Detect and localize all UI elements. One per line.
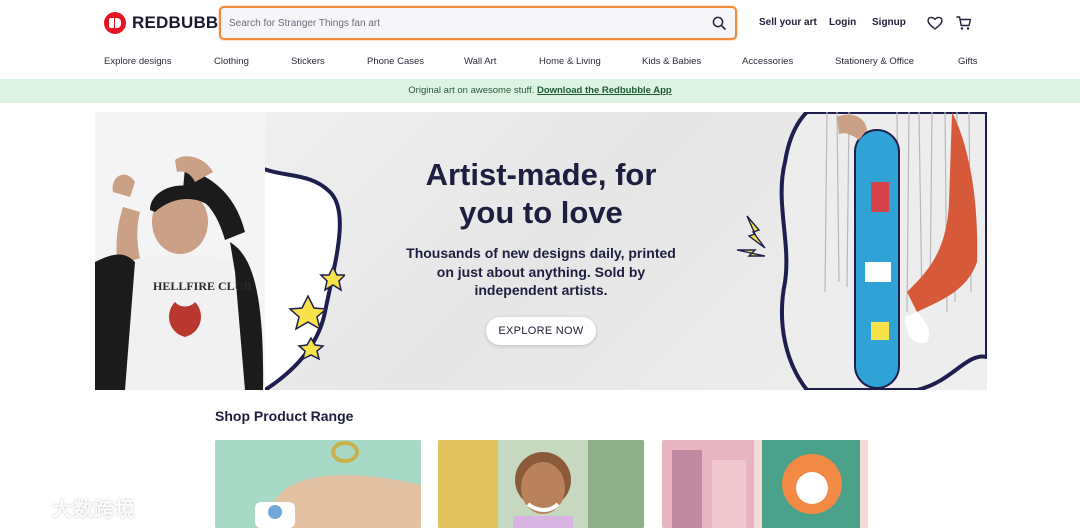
site-header: REDBUBBLE Sell your art Login Signup bbox=[0, 0, 1080, 48]
promo-text: Original art on awesome stuff. bbox=[408, 85, 535, 96]
hero-title: Artist-made, for you to love bbox=[425, 157, 657, 230]
section-title: Shop Product Range bbox=[215, 408, 354, 424]
product-card-stickers[interactable] bbox=[215, 440, 421, 528]
hero-skateboard-image bbox=[779, 112, 987, 390]
explore-now-button[interactable]: EXPLORE NOW bbox=[486, 317, 596, 345]
hero-banner: HELLFIRE CLUB Artist-made, for you to lo… bbox=[95, 112, 987, 390]
nav-phone-cases[interactable]: Phone Cases bbox=[367, 56, 424, 67]
nav-wall-art[interactable]: Wall Art bbox=[464, 56, 496, 67]
sell-your-art-link[interactable]: Sell your art bbox=[759, 17, 817, 28]
signup-link[interactable]: Signup bbox=[872, 17, 906, 28]
nav-accessories[interactable]: Accessories bbox=[742, 56, 793, 67]
login-link[interactable]: Login bbox=[829, 17, 856, 28]
home-product-image bbox=[438, 440, 644, 528]
watermark-logo-icon bbox=[10, 499, 46, 519]
nav-explore-designs[interactable]: Explore designs bbox=[104, 56, 172, 67]
search-bar bbox=[219, 6, 737, 40]
hero-subtitle: Thousands of new designs daily, printed … bbox=[406, 245, 676, 298]
product-card-home[interactable] bbox=[438, 440, 644, 528]
heart-icon[interactable] bbox=[926, 14, 944, 32]
promo-banner: Original art on awesome stuff. Download … bbox=[0, 79, 1080, 103]
hero-model-image: HELLFIRE CLUB bbox=[95, 112, 345, 390]
nav-clothing[interactable]: Clothing bbox=[214, 56, 249, 67]
nav-kids-babies[interactable]: Kids & Babies bbox=[642, 56, 701, 67]
nav-gifts[interactable]: Gifts bbox=[958, 56, 978, 67]
lightning-decoration bbox=[736, 215, 766, 257]
stickers-product-image bbox=[215, 440, 421, 528]
product-card-wall-art[interactable] bbox=[662, 440, 868, 528]
nav-stickers[interactable]: Stickers bbox=[291, 56, 325, 67]
redbubble-logo-mark bbox=[104, 12, 126, 34]
watermark-text: 大数跨境 bbox=[52, 499, 136, 521]
category-nav: Explore designs Clothing Stickers Phone … bbox=[0, 56, 1080, 72]
nav-home-living[interactable]: Home & Living bbox=[539, 56, 601, 67]
cart-icon[interactable] bbox=[955, 14, 973, 32]
download-app-link[interactable]: Download the Redbubble App bbox=[537, 85, 672, 96]
nav-stationery-office[interactable]: Stationery & Office bbox=[835, 56, 914, 67]
shirt-print-text: HELLFIRE CLUB bbox=[153, 279, 251, 293]
search-icon[interactable] bbox=[711, 15, 727, 31]
search-input[interactable] bbox=[229, 15, 699, 31]
wall-art-product-image bbox=[662, 440, 868, 528]
